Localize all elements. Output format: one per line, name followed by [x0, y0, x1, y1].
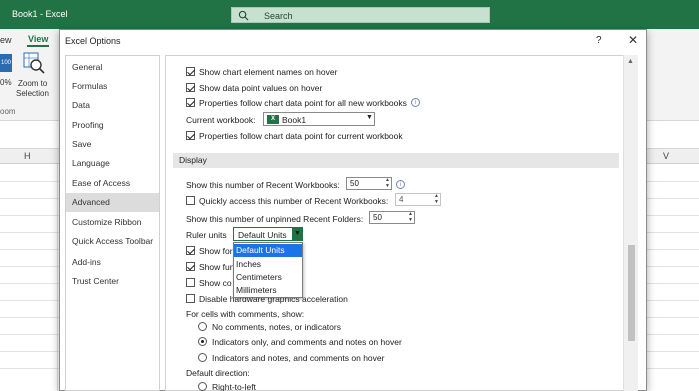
ruler-option-inches[interactable]: Inches: [234, 258, 302, 271]
zoom-to-selection-label-1: Zoom to: [18, 79, 48, 88]
nav-item-proofing[interactable]: Proofing: [66, 116, 159, 135]
options-nav: General Formulas Data Proofing Save Lang…: [65, 55, 160, 391]
scroll-up-arrow-icon[interactable]: ▲: [627, 58, 634, 65]
ruler-units-value: Default Units: [238, 230, 287, 240]
chevron-down-icon: ▼: [366, 114, 373, 121]
ruler-option-millimeters[interactable]: Millimeters: [234, 284, 302, 297]
indicators-only-radio[interactable]: [198, 337, 207, 346]
show-fun-checkbox[interactable]: [186, 262, 195, 271]
unpinned-folders-value: 50: [373, 213, 382, 222]
nav-item-customize-ribbon[interactable]: Customize Ribbon: [66, 213, 159, 232]
follow-current-checkbox[interactable]: [186, 131, 195, 140]
display-section-title: Display: [179, 155, 207, 165]
display-section-header: Display: [173, 153, 619, 168]
column-header-h[interactable]: H: [24, 151, 31, 161]
nav-item-add-ins[interactable]: Add-ins: [66, 253, 159, 272]
right-to-left-radio[interactable]: [198, 382, 207, 391]
content-scrollbar[interactable]: ▲: [623, 55, 638, 391]
right-to-left-label: Right-to-left: [212, 382, 256, 391]
indicators-and-notes-label: Indicators and notes, and comments on ho…: [212, 353, 385, 363]
zoom-to-selection-label-2: Selection: [16, 89, 49, 98]
search-placeholder: Search: [264, 11, 293, 21]
nav-item-advanced[interactable]: Advanced: [66, 193, 159, 212]
follow-current-label: Properties follow chart data point for c…: [199, 131, 403, 141]
ruler-units-label: Ruler units: [186, 230, 227, 240]
excel-options-dialog: Excel Options ? ✕ General Formulas Data …: [59, 29, 647, 391]
quick-access-label: Quickly access this number of Recent Wor…: [199, 196, 389, 206]
recent-workbooks-value: 50: [350, 179, 359, 188]
indicators-only-label: Indicators only, and comments and notes …: [212, 337, 402, 347]
info-icon: i: [396, 180, 405, 189]
nav-item-trust-center[interactable]: Trust Center: [66, 272, 159, 291]
nav-item-data[interactable]: Data: [66, 96, 159, 115]
indicators-and-notes-radio[interactable]: [198, 353, 207, 362]
ribbon-tab-partial[interactable]: ew: [0, 35, 12, 45]
quick-access-value: 4: [399, 195, 404, 204]
no-comments-label: No comments, notes, or indicators: [212, 322, 341, 332]
excel-file-icon: X: [267, 115, 279, 124]
close-button[interactable]: ✕: [626, 33, 640, 47]
chart-names-hover-label: Show chart element names on hover: [199, 67, 338, 77]
chart-names-hover-checkbox[interactable]: [186, 67, 195, 76]
quick-access-checkbox[interactable]: [186, 196, 195, 205]
no-comments-radio[interactable]: [198, 322, 207, 331]
unpinned-folders-label: Show this number of unpinned Recent Fold…: [186, 214, 364, 224]
search-icon: [238, 10, 249, 21]
spinner-arrows-icon[interactable]: ▲ ▼: [434, 193, 439, 205]
disable-hw-acceleration-checkbox[interactable]: [186, 294, 195, 303]
active-tab-underline: [27, 45, 49, 47]
chevron-down-icon[interactable]: ▼: [292, 228, 303, 240]
unpinned-folders-spinner[interactable]: 50 ▲ ▼: [369, 211, 415, 224]
show-fun-label: Show fun: [199, 262, 235, 272]
show-for-checkbox[interactable]: [186, 246, 195, 255]
spinner-arrows-icon[interactable]: ▲ ▼: [385, 177, 390, 189]
show-co-label: Show co: [199, 278, 232, 288]
ruler-option-default-units[interactable]: Default Units: [234, 244, 302, 257]
zoom-to-selection-icon[interactable]: [23, 52, 45, 74]
nav-item-general[interactable]: General: [66, 58, 159, 77]
search-box[interactable]: Search: [231, 7, 490, 23]
info-icon: i: [411, 98, 420, 107]
ruler-units-select[interactable]: Default Units ▼: [233, 227, 303, 241]
ruler-units-dropdown: Default Units Inches Centimeters Millime…: [233, 242, 303, 298]
current-workbook-value: Book1: [282, 115, 307, 125]
nav-item-language[interactable]: Language: [66, 154, 159, 173]
dialog-title: Excel Options: [65, 36, 121, 46]
recent-workbooks-label: Show this number of Recent Workbooks:: [186, 180, 340, 190]
scroll-thumb[interactable]: [628, 245, 635, 341]
follow-all-new-checkbox[interactable]: [186, 98, 195, 107]
nav-item-save[interactable]: Save: [66, 135, 159, 154]
current-workbook-select[interactable]: X Book1 ▼: [263, 112, 375, 126]
nav-item-ease-of-access[interactable]: Ease of Access: [66, 174, 159, 193]
zoom-100-label: 0%: [0, 78, 12, 87]
window-title: Book1 - Excel: [12, 9, 68, 19]
comments-show-label: For cells with comments, show:: [186, 309, 305, 319]
zoom-100-icon[interactable]: 100: [0, 54, 12, 72]
help-button[interactable]: ?: [596, 35, 602, 46]
recent-workbooks-spinner[interactable]: 50 ▲ ▼: [346, 177, 392, 190]
current-workbook-label: Current workbook:: [186, 115, 256, 125]
nav-item-quick-access-toolbar[interactable]: Quick Access Toolbar: [66, 232, 159, 251]
data-values-hover-label: Show data point values on hover: [199, 83, 323, 93]
nav-item-formulas[interactable]: Formulas: [66, 77, 159, 96]
spinner-arrows-icon[interactable]: ▲ ▼: [408, 211, 413, 223]
default-direction-label: Default direction:: [186, 368, 250, 378]
ruler-option-centimeters[interactable]: Centimeters: [234, 271, 302, 284]
column-header-v[interactable]: V: [663, 151, 669, 161]
follow-all-new-label: Properties follow chart data point for a…: [199, 98, 407, 108]
show-co-checkbox[interactable]: [186, 278, 195, 287]
data-values-hover-checkbox[interactable]: [186, 83, 195, 92]
show-for-label: Show for: [199, 246, 233, 256]
ribbon-tab-view[interactable]: View: [28, 34, 48, 44]
quick-access-spinner[interactable]: 4 ▲ ▼: [395, 193, 441, 206]
ribbon-group-label: oom: [0, 107, 16, 116]
